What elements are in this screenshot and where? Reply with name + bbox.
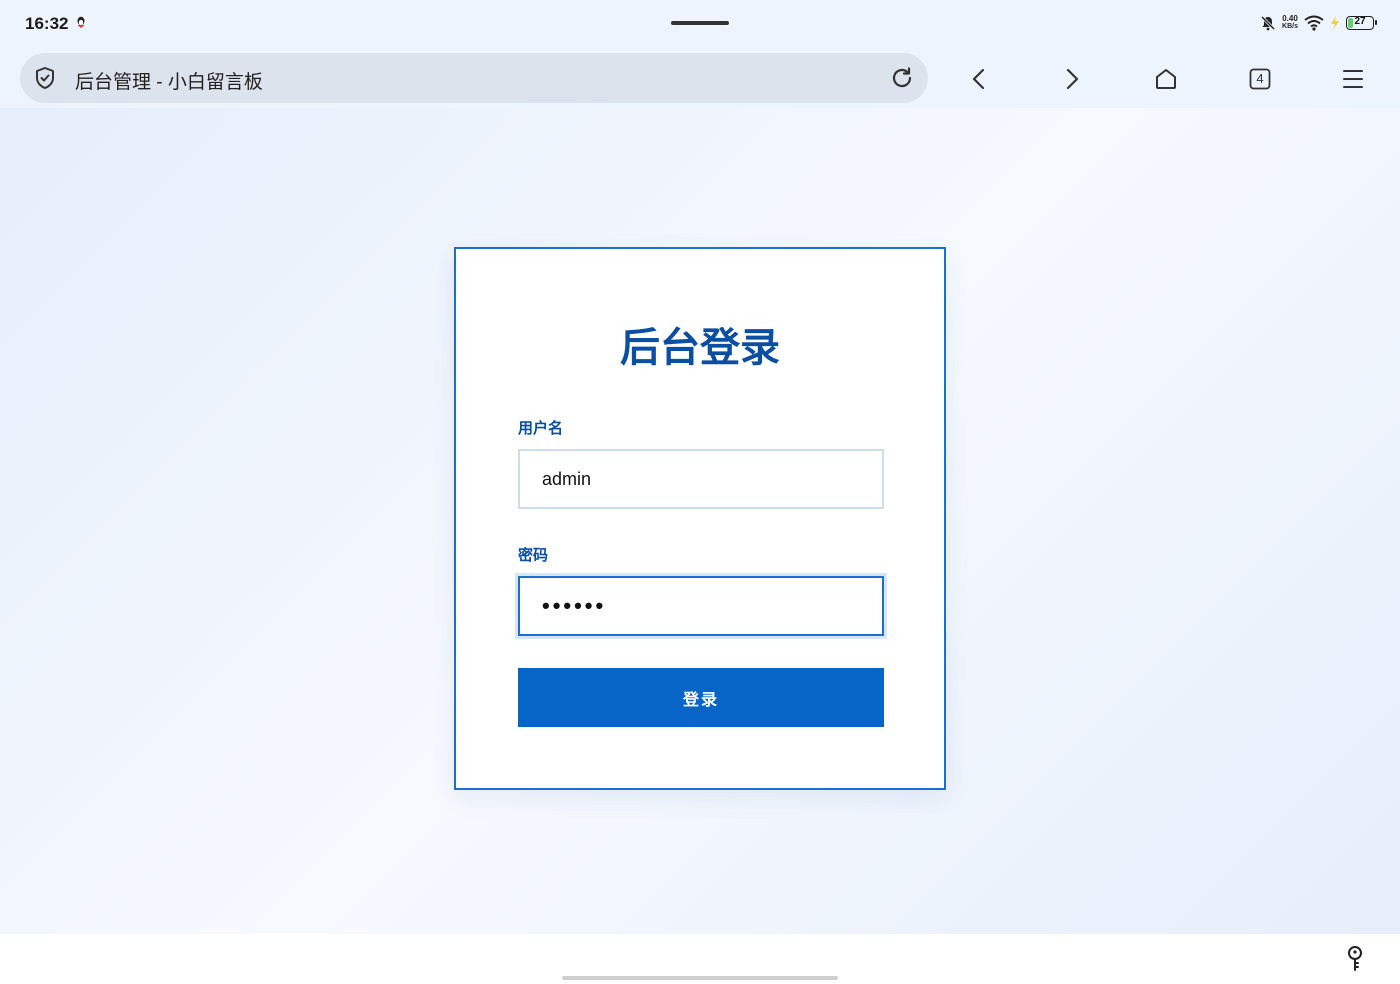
password-input[interactable]: •••••• [518, 576, 884, 636]
username-input[interactable] [518, 449, 884, 509]
battery-tip [1375, 20, 1377, 25]
top-notch-indicator [671, 21, 729, 25]
net-speed: 0.40 KB/s [1282, 15, 1298, 31]
tabs-button[interactable]: 4 [1245, 64, 1275, 94]
back-button[interactable] [964, 64, 994, 94]
forward-icon [1066, 68, 1079, 90]
wifi-icon [1304, 15, 1324, 31]
key-icon[interactable] [1346, 946, 1364, 972]
address-bar[interactable]: 后台管理 - 小白留言板 [20, 53, 928, 103]
home-icon [1156, 69, 1176, 89]
net-speed-unit: KB/s [1282, 23, 1298, 30]
login-title: 后台登录 [620, 324, 780, 371]
qq-icon [77, 16, 85, 28]
password-label: 密码 [518, 547, 549, 564]
login-button[interactable]: 登录 [518, 668, 884, 727]
status-time: 16:32 [25, 14, 69, 33]
net-speed-value: 0.40 [1282, 14, 1298, 23]
shield-icon[interactable] [34, 66, 56, 90]
home-indicator[interactable] [562, 976, 838, 980]
bottom-bar [0, 934, 1400, 984]
mute-icon [1260, 15, 1276, 31]
username-label: 用户名 [518, 420, 564, 437]
battery-icon: 27 [1346, 16, 1377, 30]
login-card: 后台登录 用户名 密码 •••••• 登录 [454, 247, 946, 790]
reload-icon[interactable] [890, 66, 914, 90]
back-icon [972, 68, 985, 90]
charging-icon [1331, 16, 1339, 30]
tab-count: 4 [1256, 71, 1264, 86]
forward-button[interactable] [1057, 64, 1087, 94]
home-button[interactable] [1151, 64, 1181, 94]
menu-icon [1343, 70, 1363, 88]
address-bar-title[interactable]: 后台管理 - 小白留言板 [75, 67, 263, 94]
status-icons: 0.40 KB/s 27 [1260, 13, 1377, 33]
browser-toolbar: 后台管理 - 小白留言板 4 [0, 48, 1400, 108]
battery-level: 27 [1354, 16, 1366, 27]
password-value: •••••• [542, 593, 607, 618]
page-content: 后台登录 用户名 密码 •••••• 登录 [0, 108, 1400, 934]
status-bar: 16:32 0.40 KB/s 27 [0, 0, 1400, 48]
menu-button[interactable] [1338, 64, 1368, 94]
